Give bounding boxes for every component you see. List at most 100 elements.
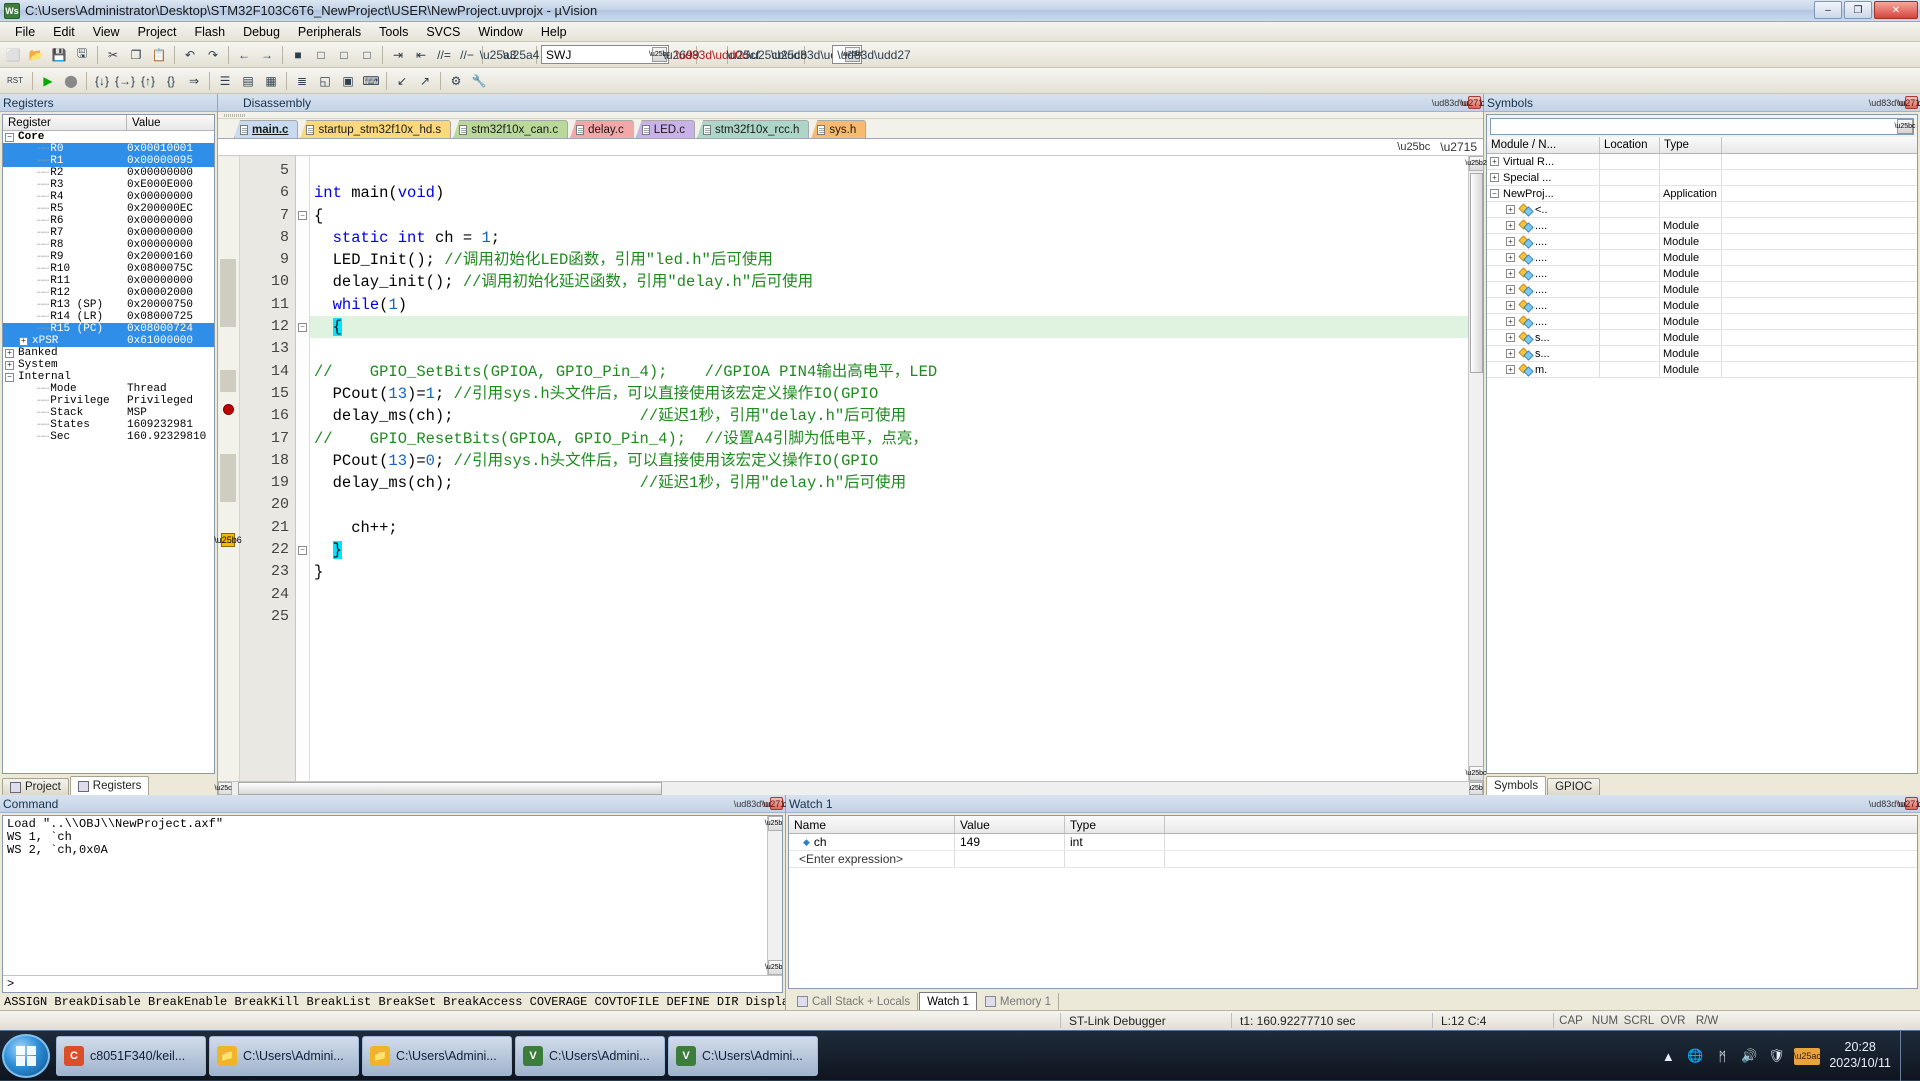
collapse-icon[interactable]: − [1490, 189, 1499, 198]
code-line[interactable]: static int ch = 1; [310, 227, 1468, 249]
expand-icon[interactable]: + [1506, 349, 1515, 358]
expand-icon[interactable]: + [1506, 205, 1515, 214]
symbol-row[interactable]: +Special ... [1487, 170, 1917, 186]
windows-start-icon[interactable] [2, 1034, 50, 1078]
file-tab-stm32f10x-can-c[interactable]: stm32f10x_can.c [453, 120, 568, 138]
command-output-box[interactable]: Load "..\\OBJ\\NewProject.axf"WS 1, `chW… [2, 815, 783, 993]
register-value[interactable]: 0x00000000 [127, 215, 214, 227]
code-line[interactable]: } [310, 539, 1468, 561]
code-line[interactable]: // GPIO_ResetBits(GPIOA, GPIO_Pin_4); //… [310, 428, 1468, 450]
register-row[interactable]: ┈┈Sec160.92329810 [3, 431, 214, 443]
rebuild-icon[interactable]: \u25a4 [510, 44, 532, 66]
security-icon[interactable]: 🛡 [1767, 1047, 1785, 1065]
menu-svcs[interactable]: SVCS [417, 23, 469, 41]
menu-project[interactable]: Project [129, 23, 186, 41]
register-value[interactable]: 0x61000000 [127, 335, 214, 347]
code-line[interactable]: PCout(13)=0; //引用sys.h头文件后，可以直接使用该宏定义操作I… [310, 450, 1468, 472]
command-vertical-scrollbar[interactable]: \u25b2 \u25bc [767, 816, 782, 975]
watch-windows-icon[interactable]: ◱ [314, 70, 336, 92]
expand-icon[interactable]: + [19, 337, 28, 346]
symbols-filter-input[interactable]: \u25bc [1490, 118, 1914, 135]
code-view[interactable]: \u25b6 567891011121314151617181920212223… [218, 156, 1483, 781]
code-line[interactable]: int main(void) [310, 182, 1468, 204]
battery-icon[interactable]: \u25ac [1794, 1048, 1820, 1065]
symbol-row[interactable]: +<.. [1487, 202, 1917, 218]
menu-tools[interactable]: Tools [370, 23, 417, 41]
menu-flash[interactable]: Flash [185, 23, 234, 41]
bottom-tab-memory-1[interactable]: Memory 1 [978, 993, 1059, 1010]
show-desktop-button[interactable] [1900, 1031, 1910, 1081]
memory-windows-icon[interactable]: ▣ [337, 70, 359, 92]
register-value[interactable]: 0x20000160 [127, 251, 214, 263]
register-value[interactable]: 0x20000750 [127, 299, 214, 311]
symbol-row[interactable]: +....Module [1487, 282, 1917, 298]
breakpoint-icon[interactable] [223, 404, 234, 415]
hscroll-thumb[interactable] [238, 782, 662, 795]
outdent-icon[interactable]: ⇤ [410, 44, 432, 66]
show-next-statement-icon[interactable]: ⇒ [183, 70, 205, 92]
scroll-down-icon[interactable]: \u25bc [768, 960, 783, 975]
scroll-down-icon[interactable]: \u25bc [1469, 766, 1484, 781]
symbol-row[interactable]: +....Module [1487, 234, 1917, 250]
navigate-forward-icon[interactable]: → [256, 44, 278, 66]
analysis-windows-icon[interactable]: ↙ [391, 70, 413, 92]
fold-toggle-icon[interactable]: − [298, 546, 307, 555]
fold-toggle-icon[interactable]: − [298, 323, 307, 332]
code-line[interactable]: } [310, 561, 1468, 583]
collapse-icon[interactable]: − [5, 133, 14, 142]
symbol-row[interactable]: +s...Module [1487, 330, 1917, 346]
registers-window-icon[interactable]: ▦ [260, 70, 282, 92]
watch-value[interactable]: 149 [955, 834, 1065, 850]
scroll-left-icon[interactable]: \u25c0 [218, 782, 232, 795]
hscroll-track[interactable] [232, 782, 1469, 795]
cut-icon[interactable]: ✂ [102, 44, 124, 66]
dock-tab-registers[interactable]: Registers [70, 776, 150, 795]
open-file-icon[interactable]: 📂 [25, 44, 47, 66]
save-icon[interactable]: 💾 [48, 44, 70, 66]
editor-horizontal-scrollbar[interactable]: \u25c0 \u25b6 [218, 781, 1483, 795]
system-viewer-icon[interactable]: ⚙ [445, 70, 467, 92]
register-value[interactable]: 0x200000EC [127, 203, 214, 215]
expand-icon[interactable]: + [1506, 237, 1515, 246]
code-line[interactable]: PCout(13)=1; //引用sys.h头文件后，可以直接使用该宏定义操作I… [310, 383, 1468, 405]
bottom-tab-call-stack---locals[interactable]: Call Stack + Locals [790, 993, 918, 1010]
show-hidden-icon[interactable]: ▲ [1659, 1047, 1677, 1065]
network-icon[interactable]: 🌐 [1686, 1047, 1704, 1065]
save-all-icon[interactable]: 🖫 [71, 44, 93, 66]
close-icon[interactable]: \u2715 [1468, 96, 1481, 109]
expand-icon[interactable]: + [1506, 301, 1515, 310]
register-value[interactable]: MSP [127, 407, 214, 419]
editor-drag-handle[interactable] [218, 112, 1483, 119]
code-line[interactable]: { [310, 205, 1468, 227]
bottom-tab-watch-1[interactable]: Watch 1 [919, 992, 977, 1010]
register-value[interactable]: 0x00000095 [127, 155, 214, 167]
new-file-icon[interactable]: ⬜ [2, 44, 24, 66]
chevron-down-icon[interactable]: \u25bc [1897, 119, 1913, 134]
reset-cpu-icon[interactable]: RST [2, 70, 28, 92]
step-out-icon[interactable]: {↑} [137, 70, 159, 92]
execution-arrow-icon[interactable]: \u25b6 [221, 533, 235, 547]
symbol-row[interactable]: +....Module [1487, 314, 1917, 330]
uncomment-icon[interactable]: //− [456, 44, 478, 66]
menu-view[interactable]: View [84, 23, 129, 41]
dock-tab-gpioc[interactable]: GPIOC [1547, 778, 1600, 795]
expand-icon[interactable]: + [5, 361, 14, 370]
comment-icon[interactable]: //= [433, 44, 455, 66]
symbol-row[interactable]: +....Module [1487, 266, 1917, 282]
watch-row[interactable]: ◆ch149int [789, 834, 1917, 851]
code-line[interactable]: ch++; [310, 517, 1468, 539]
file-tab-stm32f10x-rcc-h[interactable]: stm32f10x_rcc.h [697, 120, 809, 138]
step-icon[interactable]: {↓} [91, 70, 113, 92]
menu-edit[interactable]: Edit [44, 23, 84, 41]
taskbar-clock[interactable]: 20:28 2023/10/11 [1829, 1040, 1891, 1071]
bookmark-toggle-icon[interactable]: ■ [287, 44, 309, 66]
redo-icon[interactable]: ↷ [202, 44, 224, 66]
collapse-icon[interactable]: − [5, 373, 14, 382]
code-line[interactable] [310, 606, 1468, 628]
close-icon[interactable]: \u2715 [1905, 96, 1918, 109]
bookmark-clear-icon[interactable]: □ [356, 44, 378, 66]
symbols-tree[interactable]: \u25bc Module / N... Location Type +Virt… [1486, 114, 1918, 774]
menu-window[interactable]: Window [469, 23, 531, 41]
register-value[interactable]: 0x08000724 [127, 323, 214, 335]
register-value[interactable]: 0x00000000 [127, 167, 214, 179]
